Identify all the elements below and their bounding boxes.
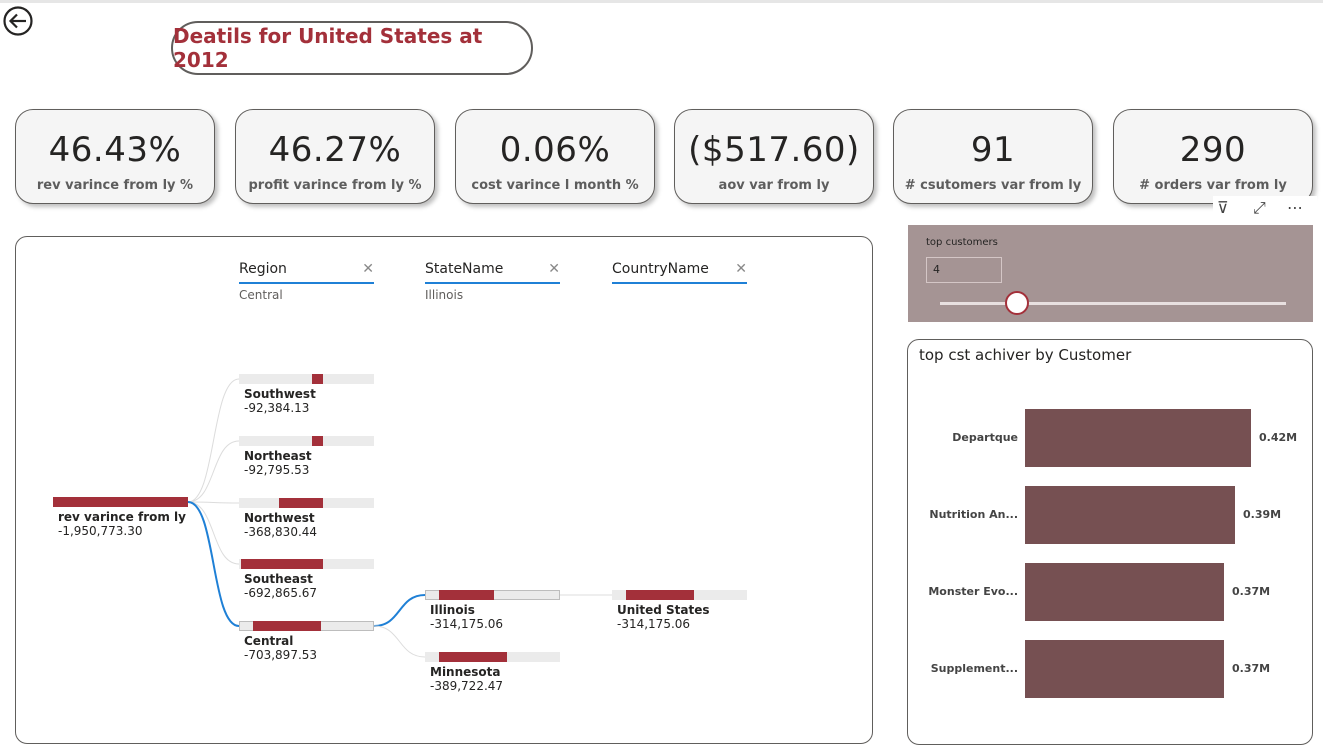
node-bar — [241, 559, 323, 569]
slicer-title: top customers — [926, 237, 998, 248]
category-label: Nutrition An... — [929, 508, 1018, 521]
node-bar — [53, 497, 188, 507]
slider-thumb[interactable] — [1005, 291, 1029, 315]
category-label: Supplement... — [930, 662, 1018, 675]
category-label: Monster Evo... — [928, 585, 1018, 598]
chart-title: top cst achiver by Customer — [919, 346, 1132, 364]
bar[interactable] — [1025, 563, 1224, 621]
kpi-value: 91 — [970, 130, 1016, 170]
bar[interactable] — [1025, 640, 1224, 698]
kpi-card-customers-variance[interactable]: 91 # csutomers var from ly — [893, 109, 1093, 204]
node-track — [239, 436, 374, 446]
node-value: -314,175.06 — [617, 617, 691, 631]
visual-header-toolbar: ⊽ ⤢ ⋯ — [1213, 196, 1317, 222]
back-arrow-icon[interactable] — [2, 5, 34, 37]
header-underline — [239, 282, 374, 284]
node-bar — [439, 590, 494, 600]
focus-mode-icon[interactable]: ⤢ — [1253, 198, 1266, 218]
node-bar — [253, 621, 321, 631]
category-label: Departque — [952, 431, 1018, 444]
node-label: Northeast — [244, 449, 312, 463]
kpi-value: 0.06% — [499, 130, 611, 170]
kpi-label: # csutomers var from ly — [904, 178, 1082, 193]
kpi-label: aov var from ly — [718, 178, 830, 193]
kpi-label: profit varince from ly % — [248, 178, 422, 193]
decomposition-tree-panel: Region ✕ Central StateName ✕ Illinois Co… — [15, 236, 873, 744]
tree-header-region[interactable]: Region ✕ Central — [239, 261, 374, 302]
tree-header-name: CountryName — [612, 261, 709, 277]
kpi-label: cost varince l month % — [471, 178, 639, 193]
kpi-value: ($517.60) — [688, 130, 860, 170]
node-value: -314,175.06 — [430, 617, 504, 631]
node-value: -368,830.44 — [244, 525, 318, 539]
slicer-value-input[interactable]: 4 — [926, 257, 1002, 283]
page-title-box: Deatils for United States at 2012 — [171, 21, 533, 75]
node-value: -692,865.67 — [244, 586, 318, 600]
node-value: -92,384.13 — [244, 401, 310, 415]
slider-track[interactable] — [940, 302, 1286, 305]
header-underline — [425, 282, 560, 284]
top-customers-slicer: top customers 4 — [908, 225, 1313, 322]
kpi-card-cost-variance[interactable]: 0.06% cost varince l month % — [455, 109, 655, 204]
more-options-icon[interactable]: ⋯ — [1287, 198, 1303, 217]
data-label: 0.37M — [1232, 585, 1271, 598]
tree-header-countryname[interactable]: CountryName ✕ — [612, 261, 747, 291]
node-label: Southeast — [244, 572, 313, 586]
kpi-card-aov-variance[interactable]: ($517.60) aov var from ly — [674, 109, 874, 204]
node-label: Minnesota — [430, 665, 501, 679]
filter-icon[interactable]: ⊽ — [1217, 198, 1229, 217]
bar[interactable] — [1025, 486, 1235, 544]
node-bar — [279, 498, 323, 508]
node-label: United States — [617, 603, 710, 617]
data-label: 0.42M — [1259, 431, 1298, 444]
node-value: -92,795.53 — [244, 463, 310, 477]
node-label: Illinois — [430, 603, 475, 617]
bar[interactable] — [1025, 409, 1251, 467]
tree-header-name: StateName — [425, 261, 504, 277]
node-label: Northwest — [244, 511, 315, 525]
node-label: Southwest — [244, 387, 316, 401]
node-value: -1,950,773.30 — [58, 524, 143, 538]
kpi-value: 46.27% — [268, 130, 402, 170]
kpi-card-rev-variance[interactable]: 46.43% rev varince from ly % — [15, 109, 215, 204]
node-bar — [439, 652, 507, 662]
tree-header-name: Region — [239, 261, 287, 277]
node-track — [239, 374, 374, 384]
data-label: 0.37M — [1232, 662, 1271, 675]
top-border — [0, 0, 1323, 3]
kpi-card-profit-variance[interactable]: 46.27% profit varince from ly % — [235, 109, 435, 204]
node-bar — [312, 374, 323, 384]
kpi-label: rev varince from ly % — [36, 178, 194, 193]
node-value: -389,722.47 — [430, 679, 504, 693]
tree-header-statename[interactable]: StateName ✕ Illinois — [425, 261, 560, 302]
kpi-value: 290 — [1179, 130, 1247, 170]
close-icon[interactable]: ✕ — [735, 261, 747, 277]
tree-header-selected: Central — [239, 288, 283, 302]
close-icon[interactable]: ✕ — [362, 261, 374, 277]
kpi-label: # orders var from ly — [1139, 178, 1287, 193]
node-label: Central — [244, 634, 294, 648]
kpi-card-orders-variance[interactable]: 290 # orders var from ly — [1113, 109, 1313, 204]
node-value: -703,897.53 — [244, 648, 318, 662]
data-label: 0.39M — [1243, 508, 1282, 521]
close-icon[interactable]: ✕ — [548, 261, 560, 277]
node-bar — [626, 590, 694, 600]
header-underline — [612, 282, 747, 284]
node-label: rev varince from ly — [58, 510, 186, 524]
top-customer-bar-chart: top cst achiver by Customer Departque 0.4… — [907, 339, 1313, 745]
tree-header-selected: Illinois — [425, 288, 464, 302]
page-title: Deatils for United States at 2012 — [173, 24, 483, 72]
kpi-value: 46.43% — [48, 130, 182, 170]
node-bar — [312, 436, 323, 446]
